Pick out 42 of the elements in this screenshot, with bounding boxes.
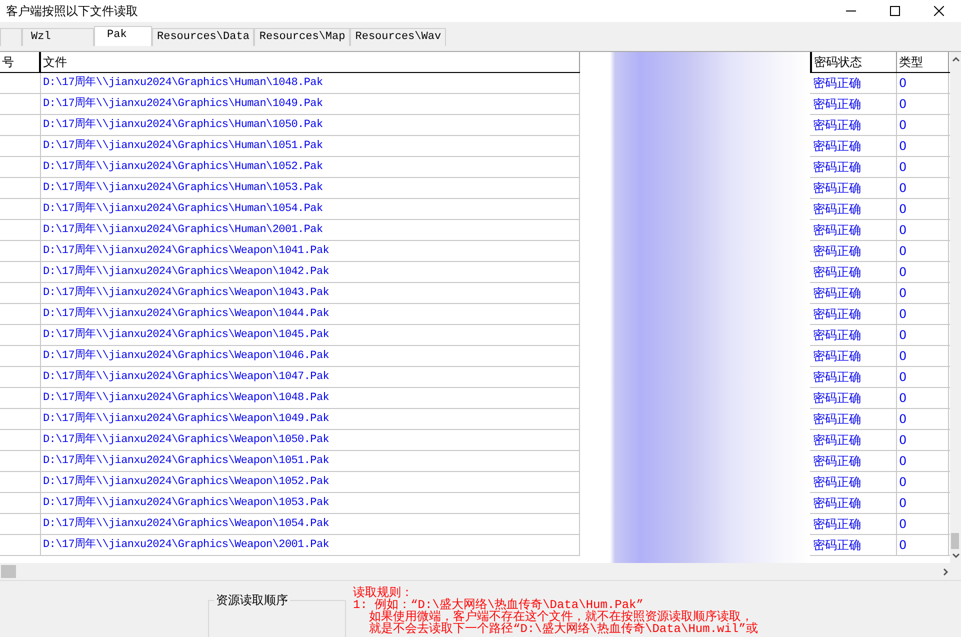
vertical-scrollbar[interactable]: [950, 52, 961, 563]
table-cell: 0: [897, 241, 949, 261]
table-cell: 0: [897, 430, 949, 450]
group-title: 资源读取顺序: [214, 592, 290, 609]
column-header[interactable]: 类型: [897, 52, 949, 72]
rule-text: 1: 例如：“D:\盛大网络\热血传奇\Data\Hum.Pak”: [353, 599, 644, 611]
rule-text: 读取规则：: [353, 587, 413, 599]
rule-text: 就是不会去读取下一个路径“D:\盛大网络\热血传奇\Data\Hum.wil”或: [368, 623, 758, 635]
horizontal-scrollbar[interactable]: [0, 563, 961, 581]
close-icon[interactable]: [934, 6, 944, 16]
table-cell: 0: [897, 367, 949, 387]
table-cell: 0: [897, 73, 949, 93]
table-cell: 0: [897, 220, 949, 240]
table-cell: 0: [897, 262, 949, 282]
table-cell: 0: [897, 346, 949, 366]
scrollbar-thumb[interactable]: [951, 533, 959, 549]
table-cell: 0: [897, 451, 949, 471]
table-cell: 0: [897, 283, 949, 303]
tab[interactable]: Pak: [94, 26, 152, 46]
maximize-icon[interactable]: [890, 6, 900, 16]
table-cell: 0: [897, 409, 949, 429]
tab[interactable]: Resources\Wav: [350, 28, 446, 46]
table-cell: 0: [897, 493, 949, 513]
table-cell: 0: [897, 94, 949, 114]
rule-text: 如果使用微端，客户端不存在这个文件，就不在按照资源读取顺序读取，: [368, 611, 753, 623]
table-cell: 0: [897, 136, 949, 156]
table-cell: 0: [897, 472, 949, 492]
tab[interactable]: Wzl: [22, 28, 94, 46]
table-cell: 0: [897, 514, 949, 534]
table-cell: 0: [897, 325, 949, 345]
table-cell: 0: [897, 304, 949, 324]
table-cell: 0: [897, 388, 949, 408]
tab[interactable]: Resources\Data: [152, 28, 254, 46]
table-cell: 0: [897, 178, 949, 198]
table-cell: 0: [897, 199, 949, 219]
tab[interactable]: Resources\Map: [254, 28, 350, 46]
table-cell: 0: [897, 157, 949, 177]
table-cell: 0: [897, 115, 949, 135]
table-cell: 0: [897, 535, 949, 555]
column-header[interactable]: 号: [0, 52, 41, 72]
window-title: 客户端按照以下文件读取: [5, 2, 138, 20]
scrollbar-thumb[interactable]: [1, 565, 16, 578]
